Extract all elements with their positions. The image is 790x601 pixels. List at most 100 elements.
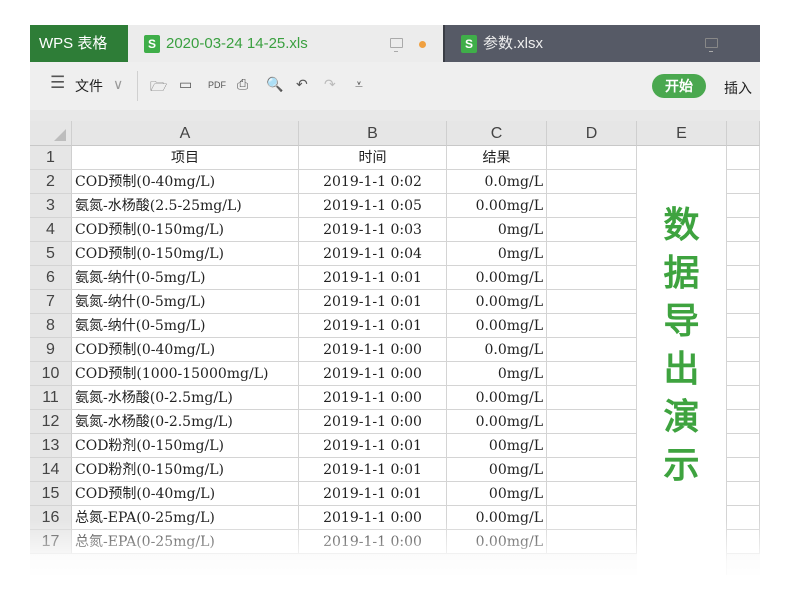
redo-icon[interactable]: ↷ [324,76,336,93]
cell[interactable]: 氨氮-水杨酸(0-2.5mg/L) [72,386,299,410]
row-header[interactable]: 13 [30,434,72,458]
cell[interactable] [547,386,637,410]
row-header[interactable]: 3 [30,194,72,218]
cell[interactable] [727,170,760,194]
hamburger-menu-icon[interactable]: ☰ [50,73,65,93]
row-header[interactable]: 12 [30,410,72,434]
cell[interactable]: 氨氮-水杨酸(0-2.5mg/L) [72,410,299,434]
cell[interactable] [547,362,637,386]
cell[interactable] [547,434,637,458]
cell[interactable] [727,194,760,218]
cell[interactable]: COD预制(0-40mg/L) [72,338,299,362]
cell[interactable]: 2019-1-1 0:00 [299,362,447,386]
row-header[interactable]: 1 [30,146,72,170]
open-folder-icon[interactable]: 🗁 [150,76,167,100]
export-pdf-icon[interactable]: PDF [208,80,226,90]
cell[interactable]: COD粉剂(0-150mg/L) [72,458,299,482]
cell[interactable] [547,410,637,434]
cell[interactable]: 2019-1-1 0:01 [299,482,447,506]
cell[interactable]: 2019-1-1 0:00 [299,338,447,362]
cell[interactable]: COD预制(0-40mg/L) [72,482,299,506]
cell[interactable] [727,338,760,362]
cell[interactable] [547,266,637,290]
cell[interactable] [547,338,637,362]
cell[interactable]: COD粉剂(0-150mg/L) [72,434,299,458]
column-header-e[interactable]: E [637,121,727,146]
cell[interactable]: 2019-1-1 0:01 [299,434,447,458]
row-header[interactable]: 7 [30,290,72,314]
cell[interactable] [547,482,637,506]
monitor-icon[interactable] [705,38,718,52]
cell[interactable] [547,458,637,482]
row-header[interactable]: 5 [30,242,72,266]
cell[interactable]: 氨氮-纳什(0-5mg/L) [72,314,299,338]
cell[interactable] [727,410,760,434]
row-header[interactable]: 15 [30,482,72,506]
cell[interactable]: 时间 [299,146,447,170]
cell[interactable] [547,170,637,194]
column-header-a[interactable]: A [72,121,299,146]
cell[interactable] [547,314,637,338]
column-header-f[interactable] [727,121,760,146]
file-menu-button[interactable]: 文件 [75,76,103,96]
column-header-d[interactable]: D [547,121,637,146]
column-header-c[interactable]: C [447,121,547,146]
cell[interactable]: 0.00mg/L [447,410,547,434]
cell[interactable] [727,242,760,266]
cell[interactable]: 0.00mg/L [447,386,547,410]
cell[interactable]: COD预制(0-150mg/L) [72,242,299,266]
cell[interactable]: 0.00mg/L [447,314,547,338]
select-all-button[interactable] [30,121,72,146]
cell[interactable]: COD预制(1000-15000mg/L) [72,362,299,386]
cell[interactable]: 2019-1-1 0:03 [299,218,447,242]
cell[interactable] [727,314,760,338]
column-header-b[interactable]: B [299,121,447,146]
cell[interactable] [727,434,760,458]
cell[interactable]: 2019-1-1 0:00 [299,386,447,410]
cell[interactable]: 2019-1-1 0:05 [299,194,447,218]
cell[interactable]: 0mg/L [447,242,547,266]
row-header[interactable]: 2 [30,170,72,194]
row-header[interactable]: 11 [30,386,72,410]
cell[interactable]: 00mg/L [447,482,547,506]
cell[interactable] [547,146,637,170]
cell[interactable] [727,386,760,410]
cell[interactable]: COD预制(0-40mg/L) [72,170,299,194]
cell[interactable] [727,146,760,170]
cell[interactable]: 0mg/L [447,362,547,386]
cell[interactable] [547,242,637,266]
cell[interactable] [547,290,637,314]
print-icon[interactable]: ⎙ [237,76,248,93]
cell[interactable]: 0.00mg/L [447,266,547,290]
print-preview-icon[interactable]: 🔍 [266,76,283,93]
cell[interactable]: 氨氮-纳什(0-5mg/L) [72,290,299,314]
cell[interactable]: 0mg/L [447,218,547,242]
cell[interactable]: 结果 [447,146,547,170]
app-brand[interactable]: WPS 表格 [30,25,128,62]
cell[interactable]: 0.0mg/L [447,170,547,194]
cell[interactable]: 氨氮-水杨酸(2.5-25mg/L) [72,194,299,218]
cell[interactable]: 0.00mg/L [447,194,547,218]
cell[interactable]: 项目 [72,146,299,170]
cell[interactable] [727,266,760,290]
cell[interactable]: 2019-1-1 0:01 [299,290,447,314]
row-header[interactable]: 14 [30,458,72,482]
cell[interactable]: 氨氮-纳什(0-5mg/L) [72,266,299,290]
row-header[interactable]: 10 [30,362,72,386]
monitor-icon[interactable] [390,38,403,52]
tab-file-1[interactable]: S 2020-03-24 14-25.xls [128,25,443,62]
cell[interactable] [727,290,760,314]
tab-start[interactable]: 开始 [652,74,706,98]
row-header[interactable]: 8 [30,314,72,338]
cell[interactable] [727,362,760,386]
tab-file-2[interactable]: S 参数.xlsx [443,25,760,62]
merged-cell-e[interactable]: 数据导出演示 [637,146,727,575]
row-header[interactable]: 6 [30,266,72,290]
cell[interactable]: 00mg/L [447,458,547,482]
cell[interactable]: 2019-1-1 0:01 [299,266,447,290]
more-dropdown-icon[interactable]: ⩡ [355,76,363,93]
cell[interactable] [727,218,760,242]
cell[interactable]: 2019-1-1 0:00 [299,410,447,434]
cell[interactable] [727,458,760,482]
chevron-down-icon[interactable]: ∨ [113,76,123,93]
